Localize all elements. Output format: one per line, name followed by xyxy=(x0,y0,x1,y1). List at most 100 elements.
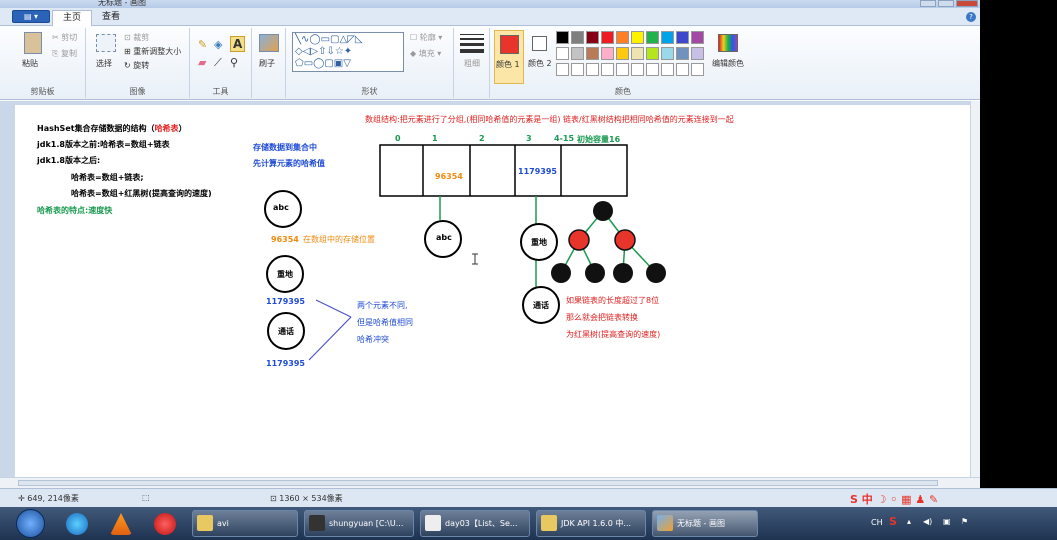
color1-selector[interactable]: 颜色 1 xyxy=(494,30,524,84)
palette-color-swatch[interactable] xyxy=(601,31,614,44)
outline-button[interactable]: ☐ 轮廓 ▾ xyxy=(410,32,442,43)
file-menu-button[interactable]: ▤ ▾ xyxy=(12,10,50,23)
resize-button[interactable]: ⊞ 重新调整大小 xyxy=(124,46,181,57)
taskbar-item-label: avi xyxy=(217,519,229,528)
rotate-button[interactable]: ↻ 旋转 xyxy=(124,60,149,71)
drawing-canvas[interactable]: HashSet集合存储数据的结构（哈希表） jdk1.8版本之前:哈希表=数组+… xyxy=(15,105,970,477)
conflict-note-3: 哈希冲突 xyxy=(357,335,389,344)
taskbar-item-jdk-api[interactable]: JDK API 1.6.0 中... xyxy=(536,510,646,537)
fill-bucket-icon[interactable]: ◈ xyxy=(214,38,222,51)
palette-color-swatch[interactable] xyxy=(586,47,599,60)
palette-color-swatch[interactable] xyxy=(631,47,644,60)
sogou-icon[interactable]: S xyxy=(889,515,897,528)
shapes-group: ╲∿◯▭▢△◸◺ ◇◁▷⇧⇩☆✦ ⬠▭◯▢▣▽ ☐ 轮廓 ▾ ◆ 填充 ▾ 形状 xyxy=(286,28,454,98)
color2-selector[interactable]: 颜色 2 xyxy=(528,30,554,84)
image-size: ⊡ 1360 × 534像素 xyxy=(270,494,343,503)
palette-color-swatch[interactable] xyxy=(691,47,704,60)
palette-color-swatch[interactable] xyxy=(676,31,689,44)
palette-color-swatch[interactable] xyxy=(616,31,629,44)
palette-color-swatch[interactable] xyxy=(601,47,614,60)
custom-color-swatch[interactable] xyxy=(661,63,674,76)
palette-color-swatch[interactable] xyxy=(646,31,659,44)
palette-color-swatch[interactable] xyxy=(616,47,629,60)
taskbar-item-typora[interactable]: day03【List、Se... xyxy=(420,510,530,537)
tree-node-black xyxy=(613,263,633,283)
vlc-icon[interactable] xyxy=(110,513,132,535)
maximize-button[interactable] xyxy=(938,0,954,7)
horizontal-scrollbar[interactable] xyxy=(0,477,980,488)
brush-icon[interactable] xyxy=(259,34,279,52)
edit-colors-icon[interactable] xyxy=(718,34,738,52)
text-tool-icon[interactable]: A xyxy=(230,36,246,52)
close-button[interactable] xyxy=(956,0,978,7)
custom-color-swatch[interactable] xyxy=(556,63,569,76)
cut-button[interactable]: ✂ 剪切 xyxy=(52,32,77,43)
fill-button[interactable]: ◆ 填充 ▾ xyxy=(410,48,441,59)
magnifier-icon[interactable]: ⚲ xyxy=(230,56,238,69)
crop-button[interactable]: ⊡ 裁剪 xyxy=(124,32,149,43)
input-language-icon[interactable]: CH xyxy=(871,518,883,527)
horizontal-scroll-thumb[interactable] xyxy=(18,480,938,486)
flag-icon[interactable]: ⚑ xyxy=(961,517,968,526)
ime-toolbar[interactable]: S 中 ☽ ◦ ▦ ♟ ✎ xyxy=(850,491,938,507)
start-button[interactable] xyxy=(16,509,45,538)
custom-color-swatch[interactable] xyxy=(616,63,629,76)
palette-color-swatch[interactable] xyxy=(631,31,644,44)
resize-label: 重新调整大小 xyxy=(133,47,182,56)
circle-abc-label: abc xyxy=(273,203,289,212)
hashset-title-c: ） xyxy=(178,124,187,133)
custom-color-swatch[interactable] xyxy=(571,63,584,76)
cut-label: 剪切 xyxy=(61,33,78,42)
pencil-icon[interactable]: ✎ xyxy=(198,38,207,51)
paste-icon[interactable] xyxy=(24,32,42,54)
line-size-icon[interactable] xyxy=(460,34,484,53)
taskbar-item-avi[interactable]: avi xyxy=(192,510,298,537)
palette-color-swatch[interactable] xyxy=(646,47,659,60)
brushes-button[interactable]: 刷子 xyxy=(259,58,275,69)
tab-home[interactable]: 主页 xyxy=(52,10,93,26)
recorder-icon[interactable] xyxy=(154,513,176,535)
volume-icon[interactable]: ◀) xyxy=(923,517,932,526)
tools-group-label: 工具 xyxy=(212,87,229,96)
palette-color-swatch[interactable] xyxy=(556,31,569,44)
size-button[interactable]: 粗细 xyxy=(464,58,480,69)
custom-color-swatch[interactable] xyxy=(676,63,689,76)
custom-color-swatch[interactable] xyxy=(586,63,599,76)
select-icon[interactable] xyxy=(96,34,116,52)
image-size-value: 1360 × 534像素 xyxy=(279,494,343,503)
palette-color-swatch[interactable] xyxy=(661,31,674,44)
custom-color-swatch[interactable] xyxy=(691,63,704,76)
taskbar-item-paint[interactable]: 无标题 - 画图 xyxy=(652,510,758,537)
help-icon[interactable]: ? xyxy=(966,12,976,22)
edit-colors-button[interactable]: 编辑颜色 xyxy=(712,58,744,69)
palette-color-swatch[interactable] xyxy=(691,31,704,44)
minimize-button[interactable] xyxy=(920,0,936,7)
tab-view[interactable]: 查看 xyxy=(92,10,130,26)
eraser-icon[interactable]: ▰ xyxy=(198,56,206,69)
custom-color-swatch[interactable] xyxy=(601,63,614,76)
array-cell-1179395: 1179395 xyxy=(518,167,557,176)
array-structure-title: 数组结构:把元素进行了分组,(相同哈希值的元素是一组) 链表/红黑树结构把相同哈… xyxy=(365,115,734,124)
tray-arrow-icon[interactable]: ▴ xyxy=(907,517,911,526)
tree-node-black xyxy=(646,263,666,283)
colors-group-label: 颜色 xyxy=(615,87,631,96)
custom-color-swatch[interactable] xyxy=(631,63,644,76)
taskbar-item-idea[interactable]: shungyuan [C:\U... xyxy=(304,510,414,537)
palette-color-swatch[interactable] xyxy=(556,47,569,60)
network-icon[interactable]: ▣ xyxy=(943,517,951,526)
palette-color-swatch[interactable] xyxy=(676,47,689,60)
copy-button[interactable]: ⎘ 复制 xyxy=(52,48,77,59)
color-picker-icon[interactable]: ⟋ xyxy=(214,56,222,70)
shapes-gallery[interactable]: ╲∿◯▭▢△◸◺ ◇◁▷⇧⇩☆✦ ⬠▭◯▢▣▽ xyxy=(292,32,404,72)
vertical-scrollbar[interactable] xyxy=(970,101,980,477)
palette-color-swatch[interactable] xyxy=(571,31,584,44)
custom-color-swatch[interactable] xyxy=(646,63,659,76)
palette-color-swatch[interactable] xyxy=(571,47,584,60)
palette-color-swatch[interactable] xyxy=(586,31,599,44)
hash-96354: 96354 xyxy=(271,235,299,244)
paste-button[interactable]: 粘贴 xyxy=(22,58,38,69)
select-button[interactable]: 选择 xyxy=(96,58,112,69)
palette-color-swatch[interactable] xyxy=(661,47,674,60)
ie-icon[interactable] xyxy=(66,513,88,535)
index-0: 0 xyxy=(395,134,401,143)
